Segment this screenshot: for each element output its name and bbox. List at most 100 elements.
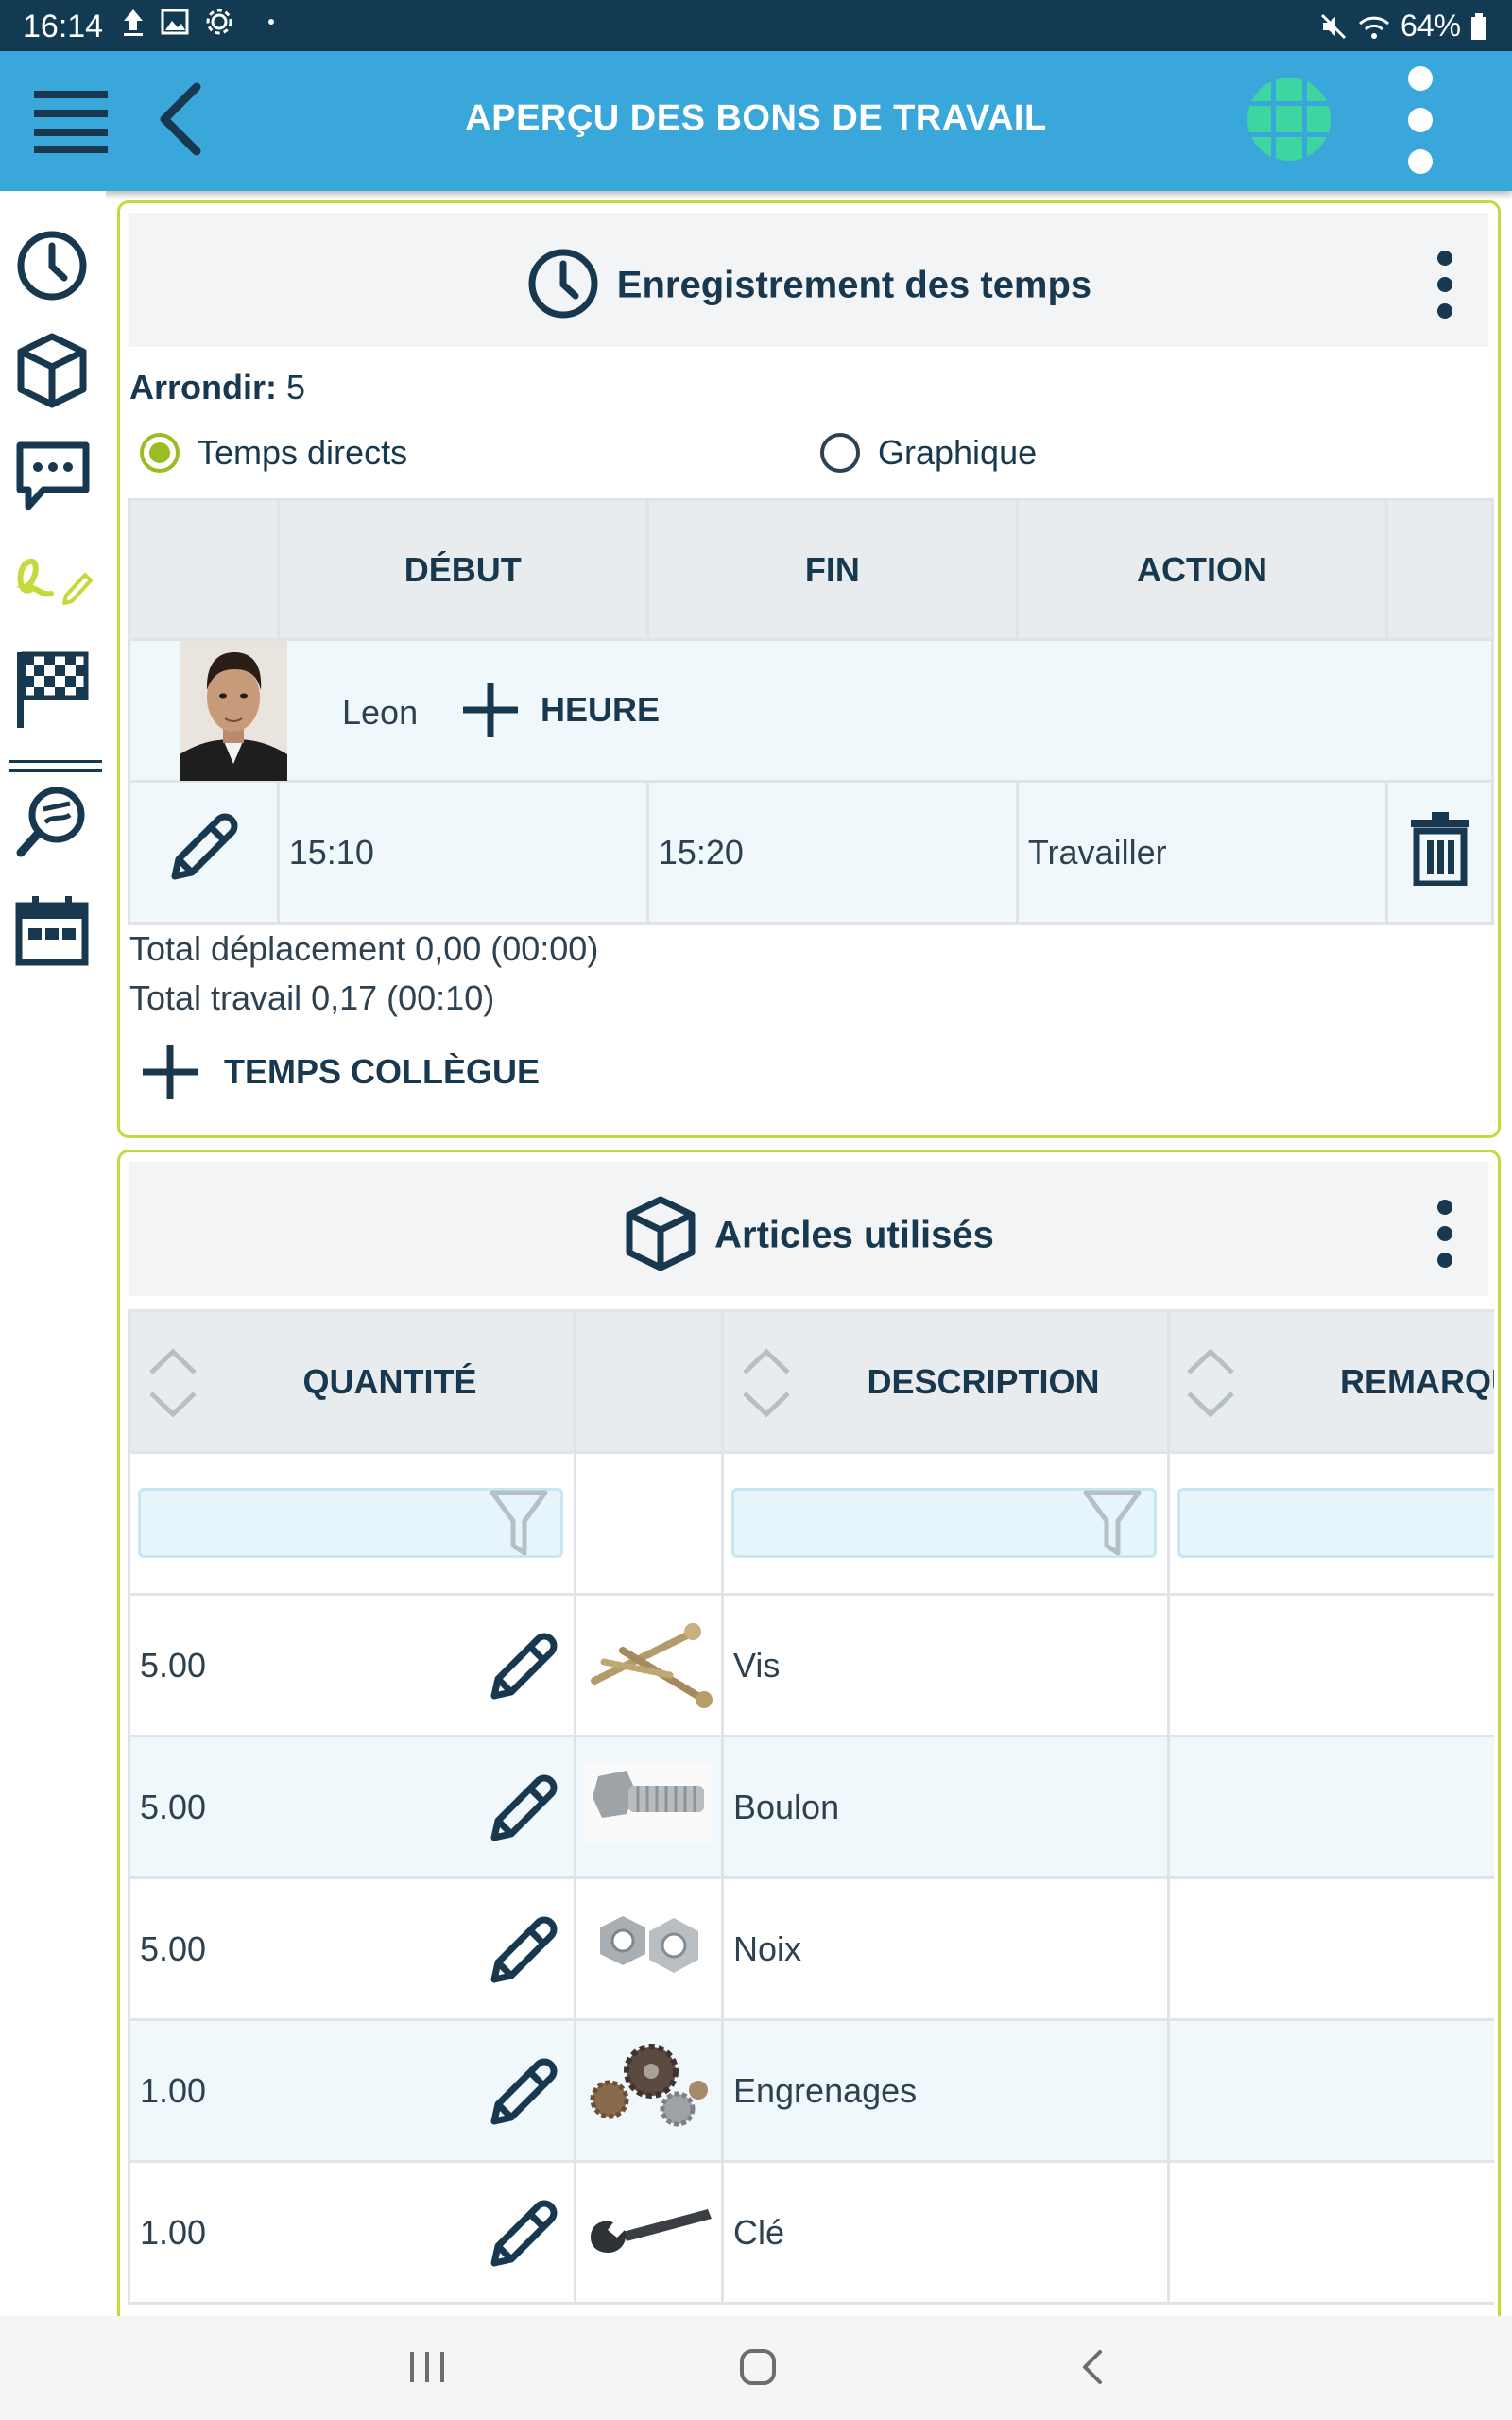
table-row[interactable]: 1.00 Clé bbox=[128, 2160, 1494, 2305]
bolt-image bbox=[584, 1763, 713, 1842]
articles-table-viewport: QUANTITÉ DESCRIPTION REMARQU bbox=[128, 1309, 1494, 2341]
edit-pencil-icon[interactable] bbox=[485, 2055, 560, 2131]
time-registration-card: Enregistrement des temps Arrondir: 5 Tem… bbox=[117, 200, 1501, 1138]
add-colleague-time-button[interactable]: TEMPS COLLÈGUE bbox=[141, 1043, 540, 1101]
time-section-menu-icon[interactable] bbox=[1437, 251, 1452, 330]
overflow-menu-icon[interactable] bbox=[1408, 66, 1435, 174]
entry-end: 15:20 bbox=[645, 780, 1019, 925]
box-icon bbox=[626, 1196, 696, 1271]
radio-selected-icon bbox=[140, 433, 180, 473]
column-header-remarque[interactable]: REMARQU bbox=[1167, 1309, 1494, 1454]
sort-icon bbox=[743, 1348, 790, 1418]
calendar-icon[interactable] bbox=[15, 894, 89, 966]
arrondir-label: Arrondir: bbox=[129, 368, 277, 406]
status-time: 16:14 bbox=[23, 9, 104, 44]
add-colleague-label: TEMPS COLLÈGUE bbox=[224, 1052, 541, 1091]
finish-flag-icon[interactable] bbox=[15, 650, 89, 730]
time-table: DÉBUT FIN ACTION Leon HEURE 15:10 15:20 … bbox=[128, 498, 1494, 925]
status-icons bbox=[121, 8, 274, 36]
radio-graphique-label: Graphique bbox=[878, 433, 1038, 472]
clock-icon[interactable] bbox=[15, 229, 89, 302]
articles-section-menu-icon[interactable] bbox=[1437, 1200, 1452, 1279]
plus-icon bbox=[143, 1045, 198, 1099]
table-row[interactable]: 1.00 Engrenages bbox=[128, 2018, 1494, 2163]
app-bar: APERÇU DES BONS DE TRAVAIL bbox=[0, 51, 1512, 191]
edit-pencil-icon[interactable] bbox=[165, 810, 241, 886]
add-hour-label: HEURE bbox=[541, 690, 661, 729]
row-description: Clé bbox=[733, 2212, 785, 2252]
table-row[interactable]: 5.00 Boulon bbox=[128, 1735, 1494, 1879]
column-header-image bbox=[574, 1309, 724, 1454]
remarque-filter-input[interactable] bbox=[1177, 1488, 1494, 1558]
row-description: Boulon bbox=[733, 1787, 840, 1826]
grid-logo-icon[interactable] bbox=[1246, 76, 1332, 163]
column-header-empty bbox=[128, 498, 280, 641]
table-row[interactable]: 5.00 Vis bbox=[128, 1593, 1494, 1737]
row-quantity: 5.00 bbox=[140, 1787, 207, 1826]
nuts-image bbox=[599, 1916, 698, 1973]
recent-apps-icon[interactable] bbox=[408, 2350, 446, 2384]
articles-header: Articles utilisés bbox=[129, 1162, 1488, 1296]
upload-icon bbox=[124, 9, 143, 36]
time-registration-title: Enregistrement des temps bbox=[129, 249, 1488, 320]
avatar bbox=[180, 641, 287, 781]
sort-icon bbox=[1187, 1348, 1234, 1418]
arrondir-value: 5 bbox=[286, 368, 306, 406]
row-description: Noix bbox=[733, 1928, 802, 1968]
column-header-quantite[interactable]: QUANTITÉ bbox=[128, 1309, 576, 1454]
edit-pencil-icon[interactable] bbox=[485, 1772, 560, 1847]
radio-unselected-icon bbox=[820, 433, 860, 473]
signature-icon[interactable] bbox=[13, 554, 93, 607]
column-header-action: ACTION bbox=[1015, 498, 1389, 641]
radio-temps-directs[interactable]: Temps directs bbox=[139, 432, 407, 474]
edit-pencil-icon[interactable] bbox=[485, 1630, 560, 1705]
row-quantity: 1.00 bbox=[140, 2070, 207, 2110]
home-icon[interactable] bbox=[739, 2348, 777, 2386]
articles-title-text: Articles utilisés bbox=[714, 1214, 994, 1256]
add-hour-button[interactable]: HEURE bbox=[461, 681, 660, 739]
articles-table: QUANTITÉ DESCRIPTION REMARQU bbox=[128, 1309, 1494, 2305]
row-quantity: 5.00 bbox=[140, 1645, 207, 1685]
arrondir-row: Arrondir: 5 bbox=[129, 368, 305, 407]
plus-icon bbox=[463, 683, 518, 737]
chat-icon[interactable] bbox=[15, 441, 91, 512]
quantity-filter-input[interactable] bbox=[138, 1488, 563, 1558]
back-icon[interactable] bbox=[1077, 2348, 1106, 2386]
column-header-description[interactable]: DESCRIPTION bbox=[721, 1309, 1170, 1454]
radio-graphique[interactable]: Graphique bbox=[819, 432, 1037, 474]
table-row[interactable]: 5.00 Noix bbox=[128, 1876, 1494, 2021]
row-description: Vis bbox=[733, 1645, 781, 1685]
filter-funnel-icon[interactable] bbox=[1082, 1489, 1143, 1559]
mute-icon bbox=[1320, 13, 1347, 39]
articles-title: Articles utilisés bbox=[129, 1196, 1488, 1271]
trash-icon[interactable] bbox=[1409, 810, 1471, 888]
clock-icon bbox=[528, 249, 598, 319]
edit-pencil-icon[interactable] bbox=[485, 1913, 560, 1989]
edit-pencil-icon[interactable] bbox=[485, 2197, 560, 2273]
box-icon[interactable] bbox=[15, 333, 89, 408]
row-quantity: 5.00 bbox=[140, 1928, 207, 1968]
total-travel: Total déplacement 0,00 (00:00) bbox=[129, 929, 599, 968]
gears-image bbox=[590, 2044, 708, 2127]
filter-funnel-icon[interactable] bbox=[489, 1489, 549, 1559]
screws-image bbox=[590, 1623, 713, 1708]
status-bar: 16:14 64% bbox=[0, 0, 1512, 51]
row-description: Engrenages bbox=[733, 2070, 918, 2110]
wifi-icon bbox=[1358, 16, 1389, 39]
filter-row bbox=[128, 1451, 1494, 1596]
description-filter-input[interactable] bbox=[731, 1488, 1157, 1558]
employee-row: Leon HEURE bbox=[128, 638, 1494, 783]
battery-percent: 64% bbox=[1400, 9, 1461, 43]
system-nav-bar bbox=[0, 2316, 1512, 2420]
sidebar bbox=[0, 191, 106, 2316]
search-map-icon[interactable] bbox=[15, 783, 91, 858]
status-right: 64% bbox=[1319, 9, 1487, 43]
time-entry-row[interactable]: 15:10 15:20 Travailler bbox=[128, 780, 1494, 925]
radio-temps-directs-label: Temps directs bbox=[198, 433, 408, 472]
column-header-fin: FIN bbox=[645, 498, 1019, 641]
row-quantity: 1.00 bbox=[140, 2212, 207, 2252]
employee-name: Leon bbox=[342, 693, 419, 732]
entry-start: 15:10 bbox=[276, 780, 649, 925]
sidebar-divider bbox=[9, 760, 102, 763]
settings-icon bbox=[206, 9, 232, 35]
